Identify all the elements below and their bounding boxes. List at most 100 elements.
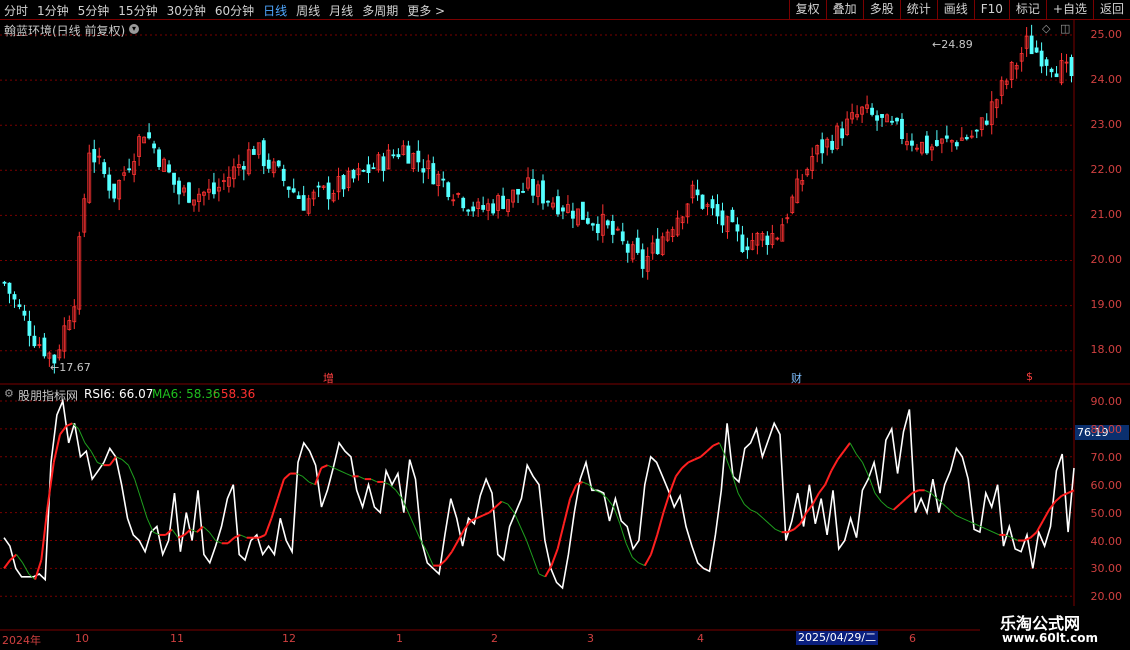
candle-body [431,163,436,185]
ma6-segment [134,478,142,499]
candle-body [301,195,306,211]
ma6-segment [171,529,179,539]
ma6-segment [756,512,764,519]
ma6-segment [1061,492,1069,497]
candle-body [501,195,505,209]
ma6-segment [687,458,695,464]
ma6-segment [519,526,528,541]
ma6-segment [339,470,347,474]
candle-body [286,186,291,190]
ma6-segment [961,517,969,522]
candle-body [700,194,705,209]
candle-body [1049,68,1054,73]
candle-body [910,140,914,146]
ma6-segment [662,492,671,513]
candle-body [446,182,451,198]
candle-body [625,243,630,253]
candle-body [605,220,610,226]
ma6-segment [333,467,341,472]
ma6-segment [943,503,950,511]
candle-body [291,188,296,193]
ma6-segment [874,492,882,502]
candle-body [516,188,520,195]
candle-body [830,140,835,150]
ma6-segment [818,484,826,494]
ma6-segment [855,453,863,463]
ma6-segment [905,492,913,500]
candle-body [934,140,939,146]
candle-body [655,238,660,255]
ma6-segment [775,528,782,533]
candle-body [925,135,929,154]
candle-body [870,107,874,115]
date-label: 2 [491,632,498,645]
candle-body [42,337,47,357]
ma6-segment [974,523,981,528]
ma6-segment [476,514,484,520]
ma6-segment [538,573,546,578]
candle-body [521,191,525,193]
ma6-segment [444,551,453,561]
candle-body [964,137,969,140]
dollar-marker[interactable]: $ [1026,370,1033,383]
ma6-segment [59,425,68,436]
ma6-segment [451,540,460,553]
ma6-segment [849,442,857,455]
candle-body [22,310,27,316]
candle-body [276,160,281,167]
candle-body [1069,57,1074,77]
candle-body [1054,73,1059,78]
ma6-segment [768,523,776,530]
date-label: 10 [75,632,89,645]
ma6-segment [140,498,148,519]
ma6-segment [843,442,851,452]
ma6-segment [34,559,43,580]
y-tick-label: 60.00 [1090,478,1123,492]
candle-body [92,149,97,163]
candle-body [595,223,600,234]
ma6-segment [208,531,216,541]
ma6-segment [240,534,247,539]
ma6-segment [370,478,378,483]
ma6-segment [1067,489,1075,494]
date-label: 12 [282,632,296,645]
candle-body [710,199,715,209]
y-tick-label: 19.00 [1090,298,1123,311]
zeng-marker[interactable]: 增 [323,370,334,386]
candle-body [541,180,545,204]
ma6-segment [513,512,521,527]
ma6-segment [22,562,30,575]
date-label: 4 [697,632,704,645]
y-tick-label: 80.00 [1090,422,1123,436]
ma6-segment [302,475,310,483]
chart-canvas[interactable] [0,0,1130,650]
candle-body [546,200,550,203]
y-tick-label: 30.00 [1090,562,1123,576]
ma6-segment [121,459,129,466]
rsi6-line [3,398,1075,590]
ma6-segment [202,526,210,533]
candle-body [7,282,12,294]
ma6-segment [283,472,291,480]
candle-body [640,249,645,269]
candle-body [396,154,401,158]
candle-body [580,201,585,220]
ma6-segment [78,428,86,444]
candle-body [571,210,575,219]
candle-body [351,169,356,179]
ma6-segment [887,506,894,511]
candle-body [561,207,565,212]
ma6-segment [811,492,820,505]
date-label: 6 [909,632,916,645]
candle-body [112,183,117,199]
ma6-segment [146,517,154,533]
candle-body [471,206,476,212]
candle-body [296,195,301,200]
ma6-segment [470,517,478,522]
ma6-segment [980,526,988,530]
candle-body [715,204,720,217]
ma6-segment [1042,509,1050,522]
ma6-segment [631,556,639,564]
cai-marker[interactable]: 财 [791,370,802,386]
watermark: 乐淘公式网 www.60lt.com [980,606,1130,650]
